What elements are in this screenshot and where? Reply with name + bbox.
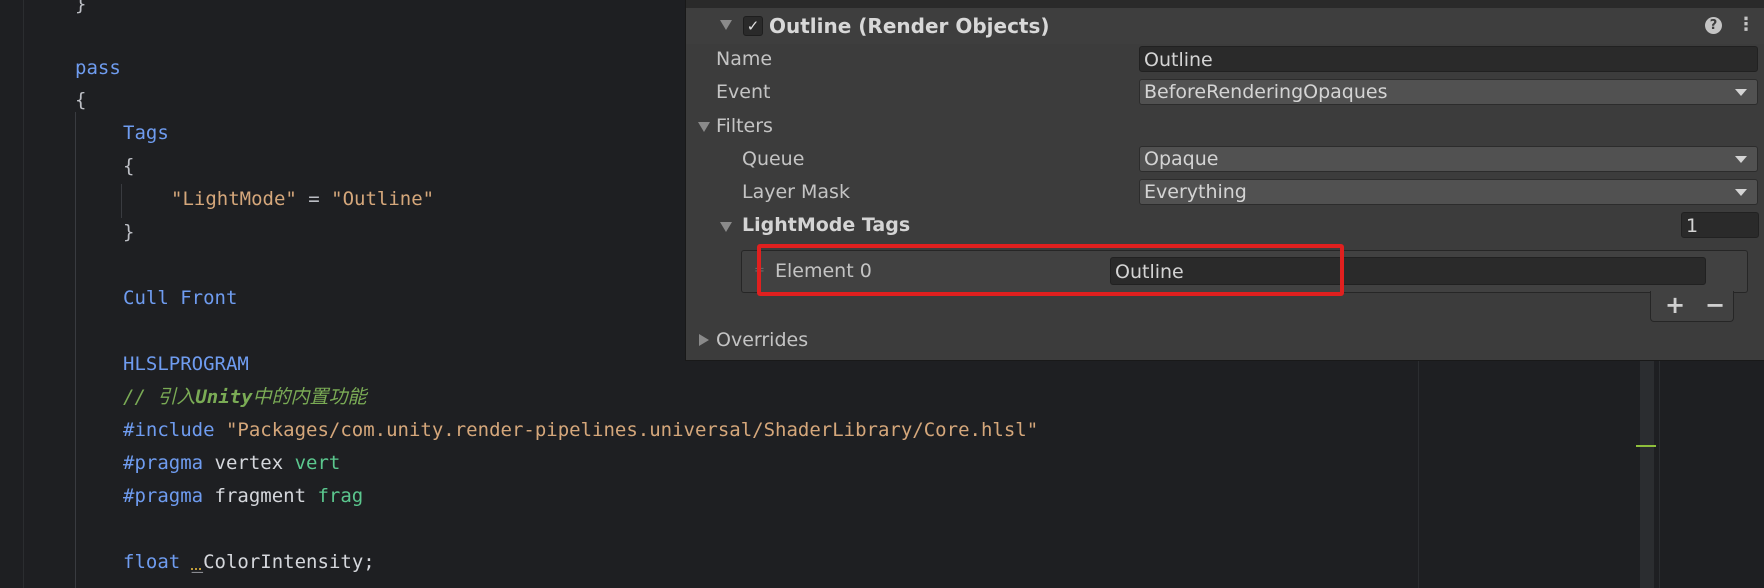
list-footer: + − — [1650, 291, 1734, 322]
enabled-checkbox[interactable]: ✓ — [743, 16, 763, 36]
chevron-down-icon — [1735, 189, 1747, 196]
code-line: } — [123, 221, 135, 243]
filters-foldout-arrow-icon[interactable] — [698, 122, 710, 132]
code-line: } — [75, 0, 87, 15]
chevron-down-icon — [1735, 89, 1747, 96]
overrides-label[interactable]: Overrides — [716, 329, 808, 351]
name-field[interactable]: Outline — [1139, 46, 1758, 72]
chevron-down-icon — [1735, 156, 1747, 163]
queue-dropdown[interactable]: Opaque — [1139, 146, 1758, 172]
add-element-button[interactable]: + — [1660, 292, 1690, 318]
code-line: { — [123, 155, 135, 177]
filters-label[interactable]: Filters — [716, 115, 773, 137]
layer-mask-dropdown-value: Everything — [1144, 181, 1247, 203]
help-icon[interactable]: ? — [1705, 17, 1722, 34]
remove-element-button[interactable]: − — [1700, 292, 1730, 318]
code-line: // 引入Unity中的内置功能 — [123, 386, 367, 408]
code-line: #pragma fragment frag — [123, 485, 364, 507]
code-line: #include "Packages/com.unity.render-pipe… — [123, 419, 1039, 441]
code-line: Cull Front — [123, 287, 238, 309]
scrollbar-marker — [1636, 445, 1656, 447]
event-dropdown-value: BeforeRenderingOpaques — [1144, 81, 1388, 103]
code-line: HLSLPROGRAM — [123, 353, 249, 375]
queue-dropdown-value: Opaque — [1144, 148, 1219, 170]
code-line: float _ColorIntensity; — [123, 551, 375, 573]
component-title: Outline (Render Objects) — [769, 14, 1050, 38]
code-line: { — [75, 89, 87, 111]
lightmode-tags-label[interactable]: LightMode Tags — [742, 214, 910, 236]
overrides-foldout-arrow-icon[interactable] — [699, 334, 709, 346]
layer-mask-label: Layer Mask — [742, 181, 850, 203]
lightmode-tags-foldout-arrow-icon[interactable] — [720, 222, 732, 232]
event-dropdown[interactable]: BeforeRenderingOpaques — [1139, 79, 1758, 105]
code-line: pass — [75, 57, 121, 79]
layer-mask-dropdown[interactable]: Everything — [1139, 179, 1758, 205]
kebab-menu-icon[interactable]: ⋮ — [1737, 14, 1755, 36]
highlight-annotation — [757, 244, 1344, 296]
editor-divider — [1418, 360, 1419, 588]
code-line: #pragma vertex vert — [123, 452, 341, 474]
queue-label: Queue — [742, 148, 805, 170]
event-label: Event — [716, 81, 771, 103]
lightmode-tags-count-field[interactable]: 1 — [1681, 212, 1759, 238]
code-line: Tags — [123, 122, 169, 144]
indent-guide — [75, 112, 76, 588]
foldout-arrow-down-icon[interactable] — [720, 20, 732, 30]
indent-guide — [121, 184, 122, 218]
editor-scrollbar[interactable] — [1640, 360, 1654, 588]
render-feature-inspector: ✓ Outline (Render Objects) ? ⋮ Name Outl… — [685, 0, 1764, 361]
panel-top-strip — [686, 0, 1764, 8]
name-label: Name — [716, 48, 773, 70]
code-line: "LightMode" = "Outline" — [171, 188, 435, 210]
gutter-divider — [23, 0, 24, 588]
editor-divider — [1659, 360, 1660, 588]
